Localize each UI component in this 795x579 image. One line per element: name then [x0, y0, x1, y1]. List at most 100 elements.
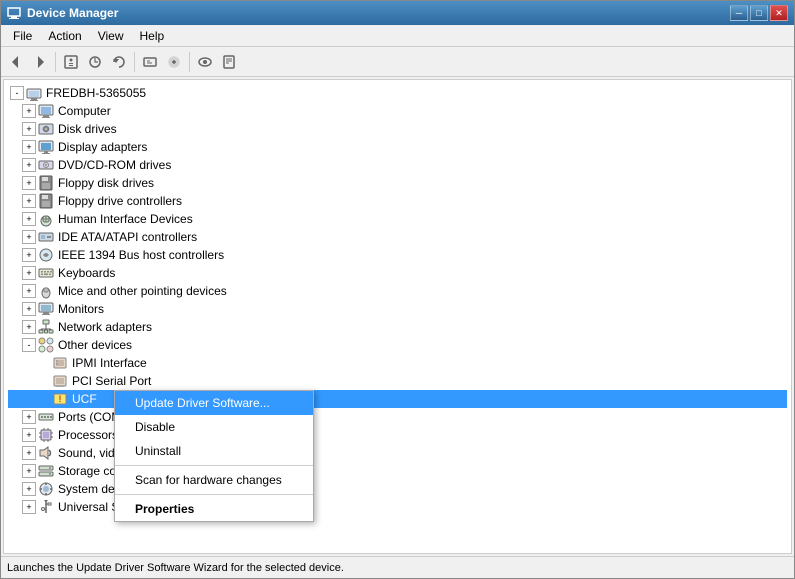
pci-label: PCI Serial Port	[72, 374, 151, 388]
back-button[interactable]	[5, 51, 27, 73]
ipmi-label: IPMI Interface	[72, 356, 147, 370]
system-expand[interactable]: +	[22, 482, 36, 496]
title-bar-left: Device Manager	[7, 6, 118, 20]
action-button1[interactable]	[139, 51, 161, 73]
other-expand[interactable]: -	[22, 338, 36, 352]
title-bar-buttons: ─ □ ✕	[730, 5, 788, 21]
tb-sep2	[134, 52, 135, 72]
usb-icon	[38, 499, 54, 515]
tb-sep1	[55, 52, 56, 72]
tree-item-ieee[interactable]: + IEEE 1394 Bus host controllers	[8, 246, 787, 264]
ieee-label: IEEE 1394 Bus host controllers	[58, 248, 224, 262]
processors-expand[interactable]: +	[22, 428, 36, 442]
mice-expand[interactable]: +	[22, 284, 36, 298]
other-icon	[38, 337, 54, 353]
toolbar	[1, 47, 794, 77]
status-bar: Launches the Update Driver Software Wiza…	[1, 556, 794, 578]
svg-text:!: !	[59, 394, 62, 404]
pci-placeholder	[36, 374, 50, 388]
tree-item-ipmi[interactable]: IPMI Interface	[8, 354, 787, 372]
storage-icon	[38, 463, 54, 479]
display-icon	[38, 139, 54, 155]
menu-view[interactable]: View	[90, 27, 132, 45]
ipmi-placeholder	[36, 356, 50, 370]
menu-bar: File Action View Help	[1, 25, 794, 47]
properties-button[interactable]	[60, 51, 82, 73]
tree-item-computer[interactable]: + Computer	[8, 102, 787, 120]
ports-expand[interactable]: +	[22, 410, 36, 424]
computer-label: Computer	[58, 104, 111, 118]
sound-expand[interactable]: +	[22, 446, 36, 460]
dvd-expand[interactable]: +	[22, 158, 36, 172]
processors-icon	[38, 427, 54, 443]
tree-item-monitors[interactable]: + Monitors	[8, 300, 787, 318]
floppy-disk-expand[interactable]: +	[22, 176, 36, 190]
ide-expand[interactable]: +	[22, 230, 36, 244]
dvd-icon	[38, 157, 54, 173]
ctx-uninstall[interactable]: Uninstall	[115, 439, 313, 463]
scan-button[interactable]	[84, 51, 106, 73]
display-expand[interactable]: +	[22, 140, 36, 154]
hid-icon	[38, 211, 54, 227]
menu-action[interactable]: Action	[40, 27, 89, 45]
keyboard-expand[interactable]: +	[22, 266, 36, 280]
menu-help[interactable]: Help	[132, 27, 173, 45]
disk-label: Disk drives	[58, 122, 117, 136]
ucf-icon: !	[52, 391, 68, 407]
show-hidden-button[interactable]	[194, 51, 216, 73]
root-label: FREDBH-5365055	[46, 86, 146, 100]
tree-item-network[interactable]: + Network adapters	[8, 318, 787, 336]
mice-label: Mice and other pointing devices	[58, 284, 227, 298]
ipmi-icon	[52, 355, 68, 371]
monitors-expand[interactable]: +	[22, 302, 36, 316]
tree-item-pci[interactable]: PCI Serial Port	[8, 372, 787, 390]
computer-icon	[38, 103, 54, 119]
computer-expand[interactable]: +	[22, 104, 36, 118]
ide-label: IDE ATA/ATAPI controllers	[58, 230, 197, 244]
hid-expand[interactable]: +	[22, 212, 36, 226]
floppy-ctrl-expand[interactable]: +	[22, 194, 36, 208]
ctx-update-driver[interactable]: Update Driver Software...	[115, 391, 313, 415]
tree-item-floppy-disk[interactable]: + Floppy disk drives	[8, 174, 787, 192]
tree-item-other[interactable]: - Other devices	[8, 336, 787, 354]
tree-item-disk[interactable]: + Disk drives	[8, 120, 787, 138]
tree-root[interactable]: - FREDBH-5365055	[8, 84, 787, 102]
keyboard-label: Keyboards	[58, 266, 115, 280]
keyboard-icon	[38, 265, 54, 281]
disk-icon	[38, 121, 54, 137]
storage-expand[interactable]: +	[22, 464, 36, 478]
device-manager-window: Device Manager ─ □ ✕ File Action View He…	[0, 0, 795, 579]
network-expand[interactable]: +	[22, 320, 36, 334]
tree-item-ide[interactable]: + IDE ATA/ATAPI controllers	[8, 228, 787, 246]
update-button[interactable]	[108, 51, 130, 73]
status-text: Launches the Update Driver Software Wiza…	[7, 562, 344, 574]
ucf-label: UCF	[72, 392, 97, 406]
tree-item-dvd[interactable]: + DVD/CD-ROM drives	[8, 156, 787, 174]
ctx-sep1	[115, 465, 313, 466]
processors-label: Processors	[58, 428, 118, 442]
ieee-expand[interactable]: +	[22, 248, 36, 262]
action-button2[interactable]	[163, 51, 185, 73]
tree-item-floppy-ctrl[interactable]: + Floppy drive controllers	[8, 192, 787, 210]
dvd-label: DVD/CD-ROM drives	[58, 158, 171, 172]
ctx-scan[interactable]: Scan for hardware changes	[115, 468, 313, 492]
tree-item-mice[interactable]: + Mice and other pointing devices	[8, 282, 787, 300]
root-expand[interactable]: -	[10, 86, 24, 100]
maximize-button[interactable]: □	[750, 5, 768, 21]
close-button[interactable]: ✕	[770, 5, 788, 21]
minimize-button[interactable]: ─	[730, 5, 748, 21]
ctx-sep2	[115, 494, 313, 495]
usb-expand[interactable]: +	[22, 500, 36, 514]
tree-item-display[interactable]: + Display adapters	[8, 138, 787, 156]
ctx-properties[interactable]: Properties	[115, 497, 313, 521]
menu-file[interactable]: File	[5, 27, 40, 45]
ieee-icon	[38, 247, 54, 263]
ide-icon	[38, 229, 54, 245]
ctx-disable[interactable]: Disable	[115, 415, 313, 439]
tree-item-keyboard[interactable]: + Keyboards	[8, 264, 787, 282]
tb-sep3	[189, 52, 190, 72]
disk-expand[interactable]: +	[22, 122, 36, 136]
help-button[interactable]	[218, 51, 240, 73]
tree-item-hid[interactable]: + Human Interface Devices	[8, 210, 787, 228]
forward-button[interactable]	[29, 51, 51, 73]
